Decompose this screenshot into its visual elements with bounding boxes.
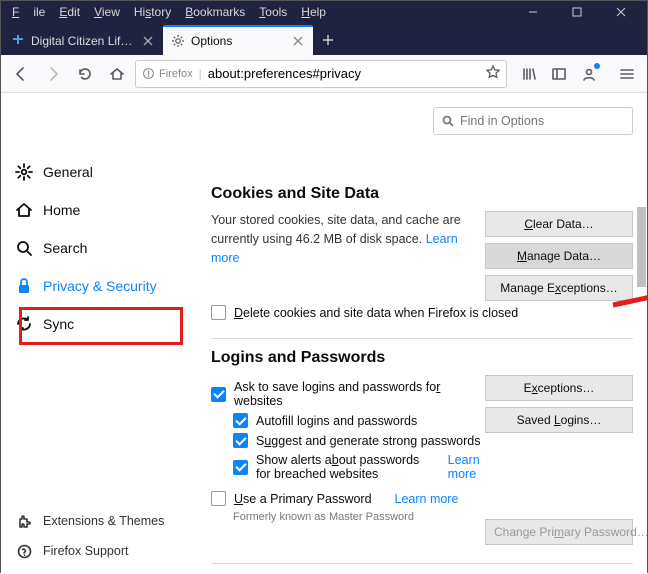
menu-edit[interactable]: Edit <box>52 3 87 21</box>
home-icon <box>15 201 33 219</box>
library-button[interactable] <box>515 60 543 88</box>
clear-data-button[interactable]: Clear Data… <box>485 211 633 237</box>
menu-help[interactable]: Help <box>294 3 333 21</box>
delete-on-close-checkbox[interactable] <box>211 305 226 320</box>
preferences-content: General Home Search Privacy & Security S… <box>1 93 647 574</box>
primary-password-label: Use a Primary Password <box>234 492 372 506</box>
search-icon <box>15 239 33 257</box>
gear-icon <box>171 34 185 48</box>
sidebar-item-label: Home <box>43 202 80 218</box>
cookies-description: Your stored cookies, site data, and cach… <box>211 211 485 267</box>
menu-file[interactable]: File <box>5 3 52 21</box>
tab-strip: Digital Citizen Life in a digital w Opti… <box>1 23 647 55</box>
sidebar-item-label: Extensions & Themes <box>43 514 164 528</box>
puzzle-icon <box>15 512 33 530</box>
ask-save-logins-label: Ask to save logins and passwords for web… <box>234 380 485 408</box>
sidebar-item-label: Privacy & Security <box>43 278 157 294</box>
tab-label: Digital Citizen Life in a digital w <box>31 34 135 48</box>
sidebar-item-support[interactable]: Firefox Support <box>1 536 191 566</box>
sidebar-button[interactable] <box>545 60 573 88</box>
reload-button[interactable] <box>71 60 99 88</box>
lock-icon <box>15 277 33 295</box>
identity-label: Firefox <box>159 68 193 80</box>
bookmark-star-icon[interactable] <box>486 65 500 82</box>
scrollbar-thumb[interactable] <box>637 207 646 287</box>
sidebar-item-home[interactable]: Home <box>1 191 191 229</box>
window-maximize-button[interactable] <box>555 1 599 23</box>
window-close-button[interactable] <box>599 1 643 23</box>
manage-data-button[interactable]: Manage Data… <box>485 243 633 269</box>
window-minimize-button[interactable] <box>511 1 555 23</box>
sidebar-item-label: General <box>43 164 93 180</box>
new-tab-button[interactable] <box>313 25 343 55</box>
sidebar-item-label: Firefox Support <box>43 544 128 558</box>
navigation-toolbar: Firefox | <box>1 55 647 93</box>
suggest-passwords-checkbox[interactable] <box>233 433 248 448</box>
ask-save-logins-checkbox[interactable] <box>211 387 226 402</box>
sidebar-item-sync[interactable]: Sync <box>1 305 191 343</box>
tab-close-button[interactable] <box>291 34 305 48</box>
menu-view[interactable]: View <box>87 3 127 21</box>
manage-exceptions-button[interactable]: Manage Exceptions… <box>485 275 633 301</box>
menu-history[interactable]: History <box>127 3 178 21</box>
breach-alerts-label: Show alerts about passwords for breached… <box>256 453 425 481</box>
back-button[interactable] <box>7 60 35 88</box>
tab-options[interactable]: Options <box>163 25 313 55</box>
find-placeholder: Find in Options <box>460 114 544 128</box>
sidebar-item-extensions[interactable]: Extensions & Themes <box>1 506 191 536</box>
change-primary-password-button: Change Primary Password… <box>485 519 633 545</box>
account-button[interactable] <box>575 60 603 88</box>
sidebar-item-general[interactable]: General <box>1 153 191 191</box>
delete-on-close-label: Delete cookies and site data when Firefo… <box>234 306 518 320</box>
autofill-label: Autofill logins and passwords <box>256 414 417 428</box>
url-bar[interactable]: Firefox | <box>135 60 507 88</box>
sidebar-item-search[interactable]: Search <box>1 229 191 267</box>
menu-bookmarks[interactable]: Bookmarks <box>178 3 252 21</box>
primary-password-checkbox[interactable] <box>211 491 226 506</box>
sidebar-item-label: Search <box>43 240 87 256</box>
logins-exceptions-button[interactable]: Exceptions… <box>485 375 633 401</box>
autofill-checkbox[interactable] <box>233 413 248 428</box>
breach-learn-more-link[interactable]: Learn more <box>448 453 485 481</box>
find-in-options-input[interactable]: Find in Options <box>433 107 633 135</box>
menu-tools[interactable]: Tools <box>252 3 294 21</box>
primary-learn-more-link[interactable]: Learn more <box>395 492 459 506</box>
logins-heading: Logins and Passwords <box>211 349 633 367</box>
category-sidebar: General Home Search Privacy & Security S… <box>1 93 191 574</box>
app-menu-button[interactable] <box>613 60 641 88</box>
saved-logins-button[interactable]: Saved Logins… <box>485 407 633 433</box>
identity-icon[interactable]: Firefox <box>142 67 193 80</box>
cookies-heading: Cookies and Site Data <box>211 185 633 203</box>
formerly-note: Formerly known as Master Password <box>233 511 485 523</box>
site-favicon-icon <box>11 34 25 48</box>
tab-digital-citizen[interactable]: Digital Citizen Life in a digital w <box>3 25 163 55</box>
main-panel: Find in Options Cookies and Site Data Yo… <box>191 93 647 574</box>
suggest-passwords-label: Suggest and generate strong passwords <box>256 434 480 448</box>
home-button[interactable] <box>103 60 131 88</box>
help-icon <box>15 542 33 560</box>
tab-close-button[interactable] <box>141 34 155 48</box>
gear-icon <box>15 163 33 181</box>
sidebar-item-privacy[interactable]: Privacy & Security <box>1 267 191 305</box>
search-icon <box>442 115 454 127</box>
sync-icon <box>15 315 33 333</box>
tab-label: Options <box>191 34 285 48</box>
url-input[interactable] <box>208 66 480 81</box>
forward-button[interactable] <box>39 60 67 88</box>
menu-bar: File Edit View History Bookmarks Tools H… <box>1 1 647 23</box>
breach-alerts-checkbox[interactable] <box>233 460 248 475</box>
sidebar-item-label: Sync <box>43 316 74 332</box>
